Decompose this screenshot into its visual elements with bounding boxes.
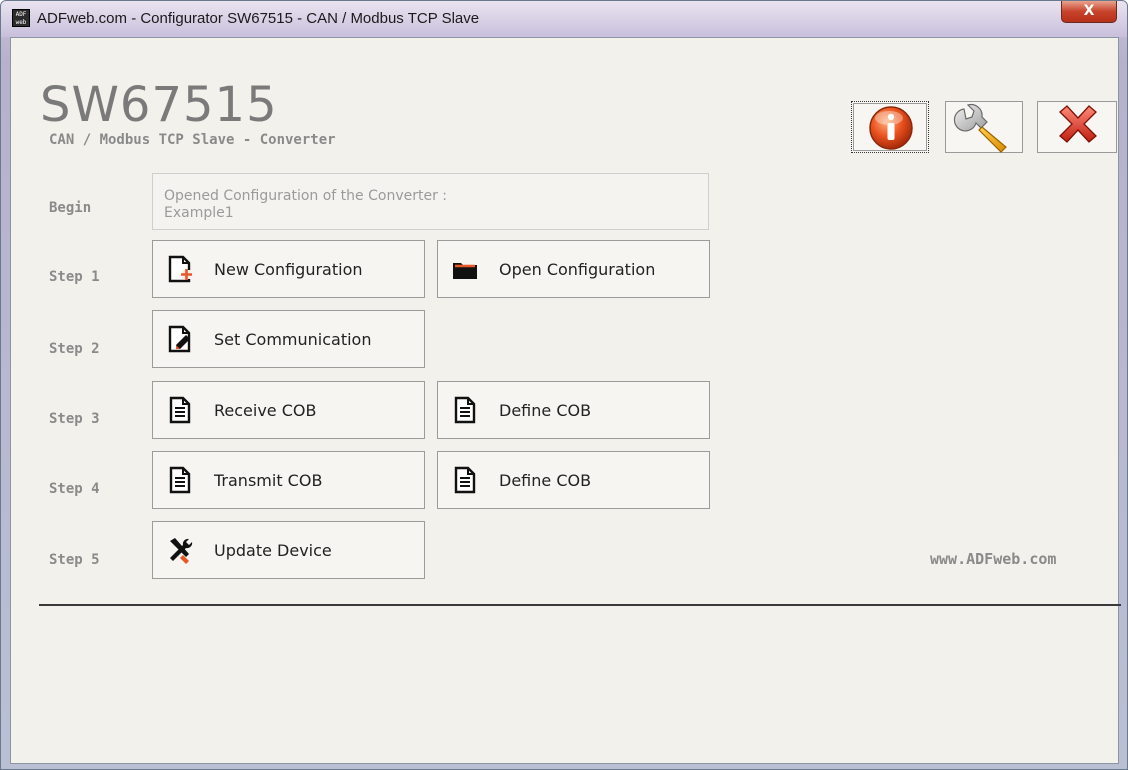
document-icon (169, 396, 191, 424)
step-label-3: Step 3 (49, 411, 100, 427)
define-cob-transmit-button[interactable]: Define COB (437, 451, 710, 509)
info-button[interactable] (851, 101, 929, 153)
document-icon (169, 466, 191, 494)
transmit-cob-label: Transmit COB (214, 471, 323, 490)
opened-config-info: Opened Configuration of the Converter : … (152, 173, 709, 230)
set-communication-button[interactable]: Set Communication (152, 310, 425, 368)
app-window: ADF web ADFweb.com - Configurator SW6751… (0, 0, 1128, 770)
divider (39, 604, 1121, 606)
define-cob-receive-label: Define COB (499, 401, 592, 420)
window-close-button[interactable]: X (1061, 1, 1117, 23)
new-configuration-button[interactable]: New Configuration (152, 240, 425, 298)
close-icon: X (1083, 3, 1095, 19)
define-cob-transmit-label: Define COB (499, 471, 592, 490)
info-icon (869, 106, 913, 150)
define-cob-receive-button[interactable]: Define COB (437, 381, 710, 439)
update-device-label: Update Device (214, 541, 332, 560)
settings-button[interactable] (945, 101, 1023, 153)
new-configuration-label: New Configuration (214, 260, 363, 279)
folder-icon (453, 263, 477, 279)
exit-button[interactable] (1037, 101, 1117, 153)
edit-document-icon (168, 325, 191, 353)
step-label-1: Step 1 (49, 269, 100, 285)
wrench-icon (953, 103, 1007, 153)
set-communication-label: Set Communication (214, 330, 372, 349)
opened-config-caption: Opened Configuration of the Converter : (164, 188, 448, 204)
document-icon (454, 466, 476, 494)
title-bar[interactable]: ADF web ADFweb.com - Configurator SW6751… (1, 1, 1127, 37)
product-code: SW67515 (40, 77, 278, 133)
step-label-2: Step 2 (49, 341, 100, 357)
update-device-button[interactable]: Update Device (152, 521, 425, 579)
opened-config-name: Example1 (164, 205, 234, 221)
app-icon: ADF web (12, 9, 30, 27)
transmit-cob-button[interactable]: Transmit COB (152, 451, 425, 509)
product-subtitle: CAN / Modbus TCP Slave - Converter (49, 132, 336, 148)
website-link[interactable]: www.ADFweb.com (930, 550, 1056, 568)
receive-cob-label: Receive COB (214, 401, 317, 420)
step-label-begin: Begin (49, 200, 92, 216)
app-icon-label: ADF web (15, 11, 27, 26)
tools-icon (170, 538, 193, 564)
step-label-4: Step 4 (49, 481, 100, 497)
step-label-5: Step 5 (49, 552, 100, 568)
close-x-icon (1059, 105, 1097, 143)
new-document-icon (168, 255, 192, 283)
open-configuration-label: Open Configuration (499, 260, 656, 279)
open-configuration-button[interactable]: Open Configuration (437, 240, 710, 298)
document-icon (454, 396, 476, 424)
receive-cob-button[interactable]: Receive COB (152, 381, 425, 439)
window-title: ADFweb.com - Configurator SW67515 - CAN … (37, 10, 480, 27)
